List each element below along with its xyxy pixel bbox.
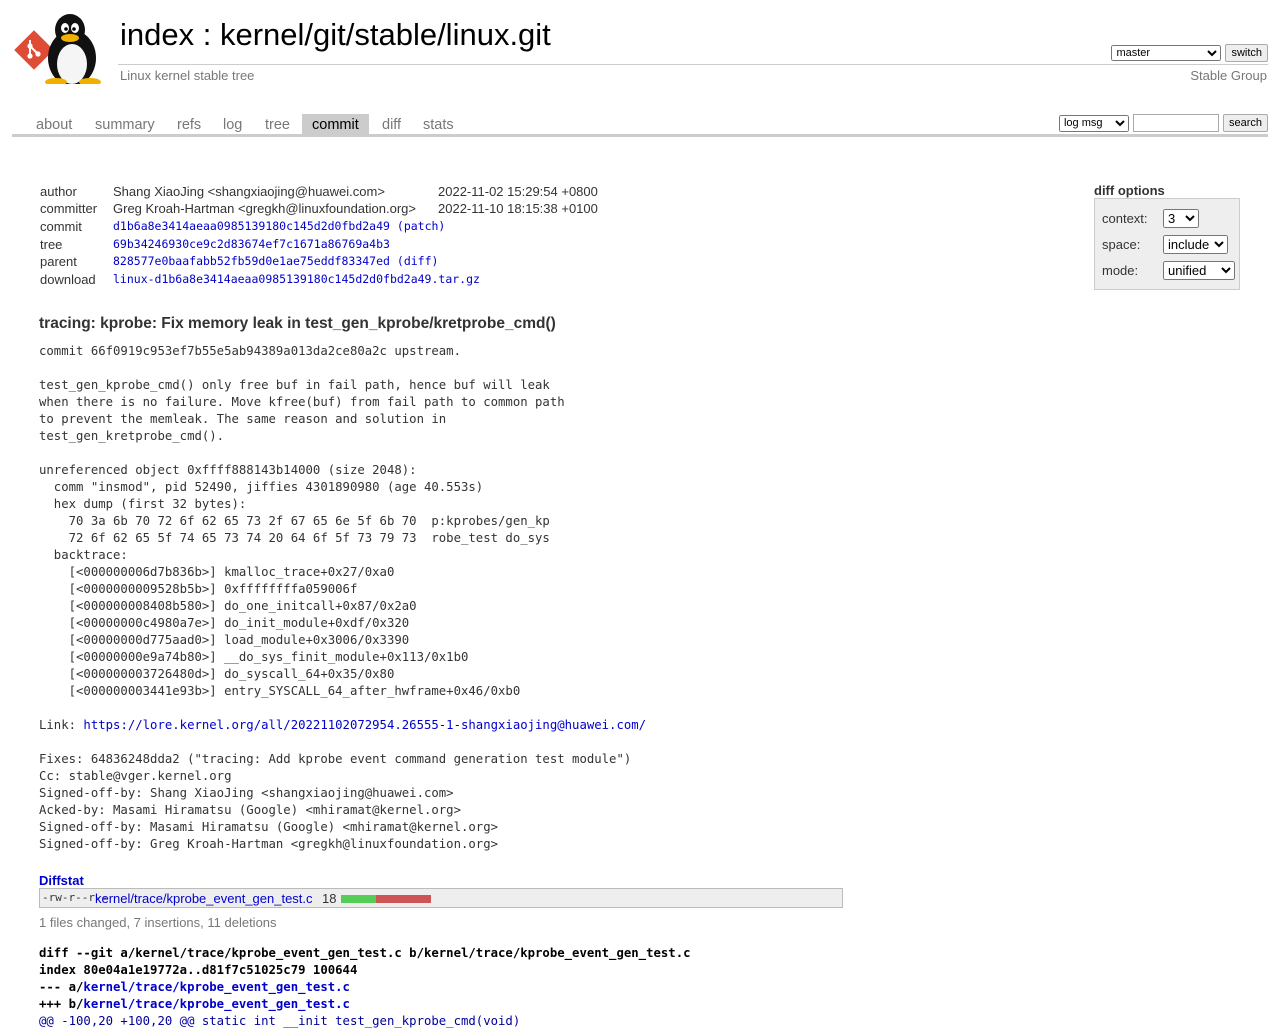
diff-git-line: diff --git a/kernel/trace/kprobe_event_g… [39,946,691,960]
git-icon [14,30,54,70]
diff-header: diff --git a/kernel/trace/kprobe_event_g… [39,945,691,1030]
diffstat-table: -rw-r--r-- kernel/trace/kprobe_event_gen… [39,888,843,908]
repo-description: Linux kernel stable tree [120,68,255,83]
committer-value: Greg Kroah-Hartman <gregkh@linuxfoundati… [113,201,416,216]
tab-log[interactable]: log [213,114,252,134]
diffstat-count: 18 [322,891,337,906]
header-divider [118,64,1268,65]
context-label: context: [1102,211,1148,226]
tree-hash-link[interactable]: 69b34246930ce9c2d83674ef7c1671a86769a4b3 [113,237,390,251]
link-trailer-label: Link: [39,718,84,732]
diff-options-title: diff options [1094,183,1165,198]
tab-diff[interactable]: diff [372,114,411,134]
tab-commit[interactable]: commit [302,114,369,134]
lore-link[interactable]: https://lore.kernel.org/all/202211020729… [83,718,646,732]
diff-index-line: index 80e04a1e19772a..d81f7c51025c79 100… [39,963,358,977]
diff-hunk-header: @@ -100,20 +100,20 @@ static int __init … [39,1014,521,1028]
tab-tree[interactable]: tree [255,114,300,134]
diff-options-panel: context: 3 space: include mode: unified [1094,198,1240,290]
commit-message-body: commit 66f0919c953ef7b55e5ab94389a013da2… [39,344,565,698]
tux-penguin-icon [45,14,101,86]
tab-about[interactable]: about [26,114,82,134]
search-button[interactable]: search [1222,114,1268,132]
repo-link[interactable]: kernel/git/stable/linux.git [220,17,551,52]
commit-subject: tracing: kprobe: Fix memory leak in test… [39,315,556,332]
committer-date: 2022-11-10 18:15:38 +0100 [438,201,598,216]
tab-refs[interactable]: refs [167,114,211,134]
diff-old-file-link[interactable]: kernel/trace/kprobe_event_gen_test.c [83,980,350,994]
committer-label: committer [40,201,98,216]
page-title: index : kernel/git/stable/linux.git [120,17,551,53]
author-value: Shang XiaoJing <shangxiaojing@huawei.com… [113,184,385,199]
commit-message-trailers: Fixes: 64836248dda2 ("tracing: Add kprob… [39,752,632,851]
search-type-select[interactable]: log msg [1058,114,1129,132]
branch-switch-form: master switch [1111,44,1268,62]
diff-new-prefix: +++ b/ [39,997,84,1011]
diffstat-file-link[interactable]: kernel/trace/kprobe_event_gen_test.c [95,891,313,906]
parent-hash-link[interactable]: 828577e0baafabb52fb59d0e1ae75eddf83347ed [113,254,390,268]
diffstat-bar [341,895,431,903]
switch-button[interactable]: switch [1225,44,1268,62]
tab-stats[interactable]: stats [413,114,464,134]
diffstat-link[interactable]: Diffstat [39,873,84,888]
search-form: log msg search [1058,114,1268,132]
index-link[interactable]: index [120,17,194,52]
tab-summary[interactable]: summary [85,114,165,134]
author-label: author [40,184,77,199]
patch-link[interactable]: (patch) [397,219,445,233]
context-select[interactable]: 3 [1163,209,1199,228]
space-label: space: [1102,237,1141,252]
title-separator: : [194,17,220,52]
download-label: download [40,272,96,287]
space-select[interactable]: include [1163,235,1228,254]
download-link[interactable]: linux-d1b6a8e3414aeaa0985139180c145d2d0f… [113,272,480,286]
diff-new-file-link[interactable]: kernel/trace/kprobe_event_gen_test.c [83,997,350,1011]
mode-select[interactable]: unified [1163,261,1235,280]
cgit-logo[interactable] [14,12,110,86]
insertions-bar [341,895,376,903]
branch-select[interactable]: master [1111,45,1222,61]
parent-diff-link[interactable]: (diff) [397,254,439,268]
parent-label: parent [40,254,77,269]
mode-label: mode: [1102,263,1139,278]
commit-hash-link[interactable]: d1b6a8e3414aeaa0985139180c145d2d0fbd2a49 [113,219,390,233]
author-date: 2022-11-02 15:29:54 +0800 [438,184,598,199]
commit-label: commit [40,219,82,234]
diffstat-summary: 1 files changed, 7 insertions, 11 deleti… [39,915,277,930]
search-input[interactable] [1132,114,1219,132]
tree-label: tree [40,237,63,252]
diff-old-prefix: --- a/ [39,980,84,994]
commit-message: commit 66f0919c953ef7b55e5ab94389a013da2… [39,343,646,853]
deletions-bar [376,895,431,903]
repo-owner: Stable Group [1190,68,1267,83]
